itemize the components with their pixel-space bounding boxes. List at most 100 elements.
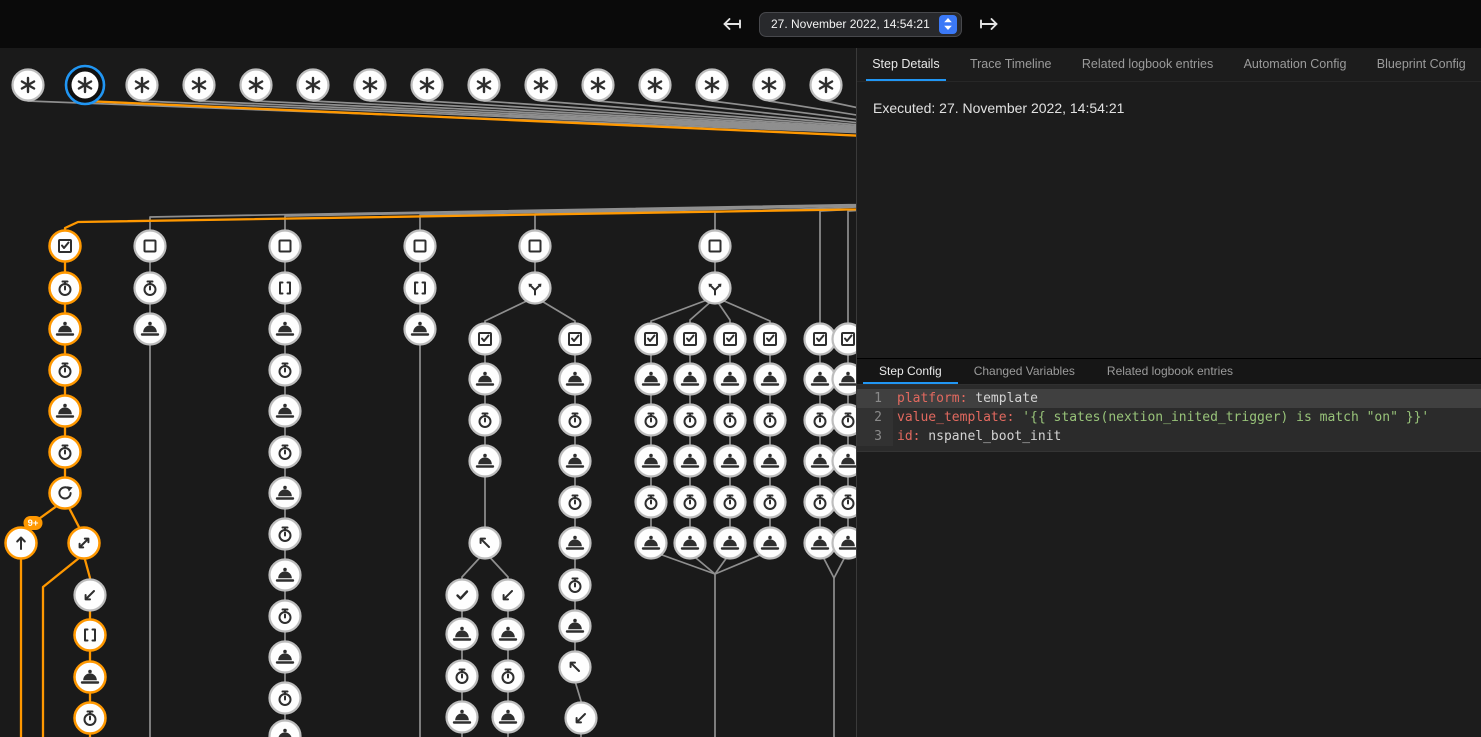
trace-node-timer[interactable] <box>50 355 81 386</box>
trace-node-timer[interactable] <box>675 487 706 518</box>
trace-node-asterisk[interactable] <box>355 70 386 101</box>
trace-node-asterisk[interactable] <box>66 66 104 104</box>
trace-node-timer[interactable] <box>447 661 478 692</box>
trace-node-timer[interactable] <box>560 487 591 518</box>
trace-node-asterisk[interactable] <box>811 70 842 101</box>
trace-node-bell[interactable] <box>715 528 746 559</box>
trace-node-bell[interactable] <box>135 314 166 345</box>
trace-node-asterisk[interactable] <box>127 70 158 101</box>
trace-node-bell[interactable] <box>833 528 857 559</box>
trace-node-bell[interactable] <box>493 702 524 733</box>
trace-node-bell[interactable] <box>493 619 524 650</box>
trace-node-checkbox[interactable] <box>560 324 591 355</box>
trace-node-bell[interactable] <box>636 446 667 477</box>
trace-node-bell[interactable] <box>50 396 81 427</box>
trace-node-bell[interactable] <box>675 446 706 477</box>
trace-node-timer[interactable] <box>805 487 836 518</box>
trace-select[interactable]: 27. November 2022, 14:54:21 <box>759 12 962 37</box>
trace-node-asterisk[interactable] <box>526 70 557 101</box>
code-line[interactable]: 2value_template: '{{ states(nextion_init… <box>857 408 1481 427</box>
trace-node-bell[interactable] <box>805 364 836 395</box>
next-trace-button[interactable] <box>977 11 1003 37</box>
trace-node-timer[interactable] <box>805 405 836 436</box>
trace-node-checkbox[interactable] <box>715 324 746 355</box>
trace-node-split[interactable] <box>69 528 100 559</box>
tab-blueprint-config[interactable]: Blueprint Config <box>1371 48 1472 81</box>
trace-node-bell[interactable] <box>715 446 746 477</box>
tab-changed-variables[interactable]: Changed Variables <box>958 359 1091 384</box>
trace-node-timer[interactable] <box>560 570 591 601</box>
trace-node-square[interactable] <box>135 231 166 262</box>
trace-node-brackets[interactable] <box>270 273 301 304</box>
trace-node-bell[interactable] <box>50 314 81 345</box>
trace-node-asterisk[interactable] <box>754 70 785 101</box>
trace-node-bell[interactable] <box>755 446 786 477</box>
trace-node-arrow-ul[interactable] <box>560 652 591 683</box>
trace-node-bell[interactable] <box>270 560 301 591</box>
trace-node-timer[interactable] <box>75 703 106 734</box>
tab-step-details[interactable]: Step Details <box>866 48 945 81</box>
trace-node-timer[interactable] <box>270 519 301 550</box>
trace-node-checkbox[interactable] <box>675 324 706 355</box>
trace-node-bell[interactable] <box>715 364 746 395</box>
trace-node-timer[interactable] <box>135 273 166 304</box>
trace-node-timer[interactable] <box>270 355 301 386</box>
trace-node-brackets[interactable] <box>405 273 436 304</box>
trace-node-timer[interactable] <box>715 405 746 436</box>
trace-node-checkbox[interactable] <box>833 324 857 355</box>
trace-node-check[interactable] <box>447 580 478 611</box>
tab-step-config[interactable]: Step Config <box>863 359 958 384</box>
trace-node-checkbox[interactable] <box>50 231 81 262</box>
tab-related-logbook-entries[interactable]: Related logbook entries <box>1076 48 1219 81</box>
trace-node-arrow-dl[interactable] <box>75 580 106 611</box>
trace-node-bell[interactable] <box>560 446 591 477</box>
trace-node-bell[interactable] <box>447 619 478 650</box>
trace-node-timer[interactable] <box>50 437 81 468</box>
trace-node-bell[interactable] <box>270 314 301 345</box>
trace-node-bell[interactable] <box>560 611 591 642</box>
trace-node-arrow-dl[interactable] <box>493 580 524 611</box>
trace-node-timer[interactable] <box>755 405 786 436</box>
trace-node-asterisk[interactable] <box>697 70 728 101</box>
tab-trace-timeline[interactable]: Trace Timeline <box>964 48 1058 81</box>
trace-node-square[interactable] <box>270 231 301 262</box>
trace-node-bell[interactable] <box>560 364 591 395</box>
trace-node-asterisk[interactable] <box>241 70 272 101</box>
trace-node-bell[interactable] <box>270 642 301 673</box>
code-line[interactable]: 3id: nspanel_boot_init <box>857 427 1481 446</box>
trace-node-bell[interactable] <box>270 721 301 737</box>
tab-related-logbook-entries-bottom[interactable]: Related logbook entries <box>1091 359 1249 384</box>
trace-node-timer[interactable] <box>675 405 706 436</box>
trace-node-arrow-up[interactable] <box>6 528 37 559</box>
trace-node-bell[interactable] <box>675 364 706 395</box>
trace-node-asterisk[interactable] <box>469 70 500 101</box>
trace-node-bell[interactable] <box>270 396 301 427</box>
trace-node-arrow-dl[interactable] <box>566 703 597 734</box>
trace-node-bell[interactable] <box>805 446 836 477</box>
trace-node-timer[interactable] <box>755 487 786 518</box>
trace-node-checkbox[interactable] <box>755 324 786 355</box>
trace-node-square[interactable] <box>405 231 436 262</box>
trace-node-checkbox[interactable] <box>805 324 836 355</box>
trace-node-bell[interactable] <box>405 314 436 345</box>
trace-node-checkbox[interactable] <box>470 324 501 355</box>
trace-node-shuffle[interactable] <box>520 273 551 304</box>
trace-node-asterisk[interactable] <box>640 70 671 101</box>
trace-node-asterisk[interactable] <box>184 70 215 101</box>
trace-node-bell[interactable] <box>447 702 478 733</box>
trace-node-bell[interactable] <box>755 364 786 395</box>
trace-node-timer[interactable] <box>270 437 301 468</box>
trace-node-bell[interactable] <box>833 446 857 477</box>
trace-node-timer[interactable] <box>470 405 501 436</box>
trace-node-bell[interactable] <box>636 364 667 395</box>
trace-node-bell[interactable] <box>270 478 301 509</box>
trace-node-arrow-ul[interactable] <box>470 528 501 559</box>
tab-automation-config[interactable]: Automation Config <box>1238 48 1353 81</box>
trace-node-bell[interactable] <box>675 528 706 559</box>
trace-node-bell[interactable] <box>755 528 786 559</box>
trace-node-timer[interactable] <box>833 487 857 518</box>
trace-node-bell[interactable] <box>833 364 857 395</box>
trace-node-asterisk[interactable] <box>412 70 443 101</box>
trace-node-timer[interactable] <box>636 487 667 518</box>
trace-node-timer[interactable] <box>493 661 524 692</box>
